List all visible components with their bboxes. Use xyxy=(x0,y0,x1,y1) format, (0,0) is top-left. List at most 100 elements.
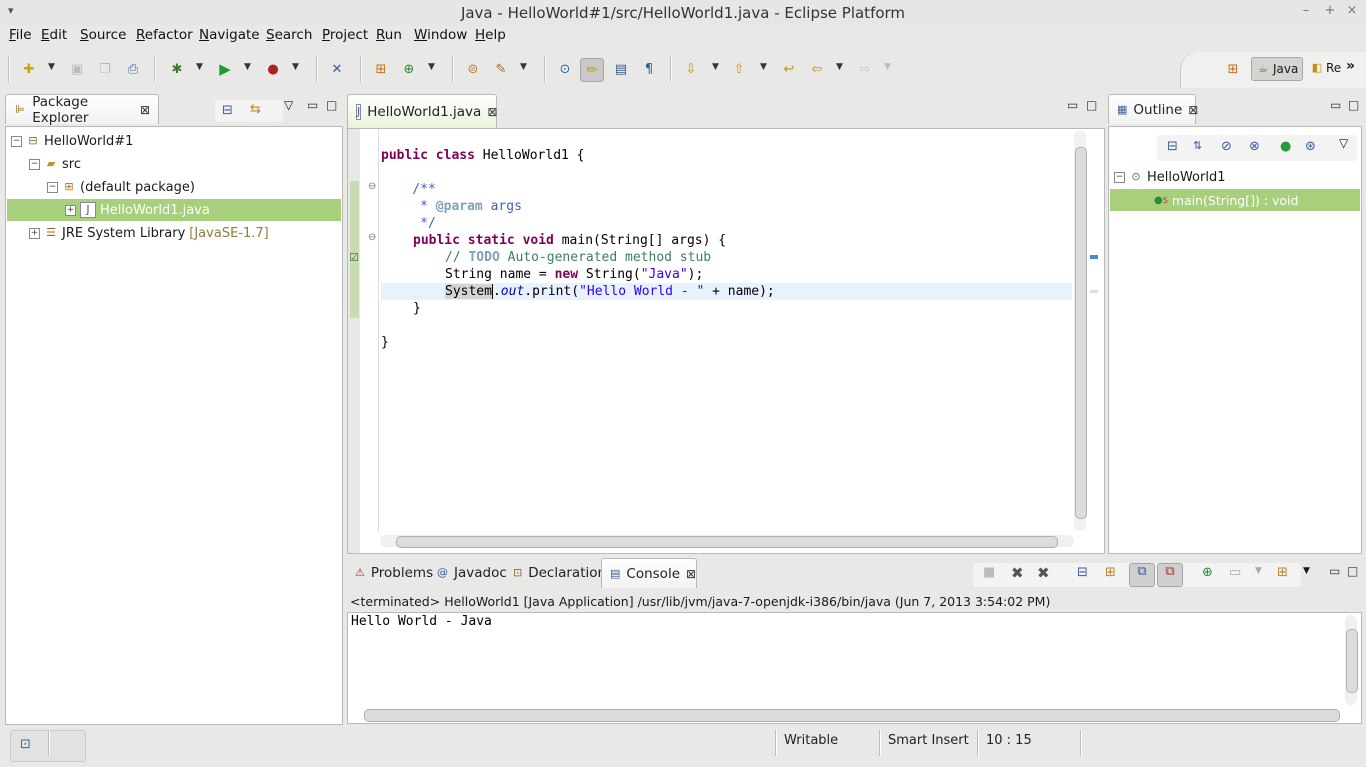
external-dropdown-icon[interactable]: ▼ xyxy=(292,62,299,72)
outline-item-method[interactable]: ● S main(String[]) : void xyxy=(1110,189,1360,211)
terminate-icon[interactable]: ■ xyxy=(983,565,995,580)
console-output-area[interactable]: Hello World - Java xyxy=(347,612,1362,724)
minimize-outline-icon[interactable]: ▭ xyxy=(1330,98,1341,112)
close-tab-icon[interactable]: ⊠ xyxy=(1188,103,1198,117)
close-tab-icon[interactable]: ⊠ xyxy=(487,105,497,119)
expand-library-icon[interactable]: + xyxy=(29,227,40,239)
save-all-icon[interactable]: ❐ xyxy=(94,58,116,80)
forward-icon[interactable]: ⇨ xyxy=(854,58,876,80)
display-console-icon[interactable]: ▭ xyxy=(1229,565,1241,580)
tree-item-project[interactable]: − ⊟ HelloWorld#1 xyxy=(11,130,133,152)
minimize-editor-icon[interactable]: ▭ xyxy=(1067,98,1078,112)
search-tool-icon[interactable]: ✎ xyxy=(490,58,512,80)
last-edit-location-icon[interactable]: ↩ xyxy=(778,58,800,80)
fold-javadoc-icon[interactable]: ⊖ xyxy=(368,181,376,192)
previous-annotation-dropdown-icon[interactable]: ▼ xyxy=(760,62,767,72)
menu-refactor[interactable]: Refactor xyxy=(136,27,193,43)
display-console-dropdown-icon[interactable]: ▼ xyxy=(1255,566,1262,576)
new-icon[interactable]: ✚ xyxy=(18,58,40,80)
previous-annotation-icon[interactable]: ⇧ xyxy=(728,58,750,80)
fold-method-icon[interactable]: ⊖ xyxy=(368,232,376,243)
link-with-editor-icon[interactable]: ⇆ xyxy=(250,102,261,117)
close-window-button[interactable]: × xyxy=(1344,3,1360,18)
maximize-view-icon[interactable]: □ xyxy=(326,98,337,112)
tree-item-src[interactable]: − ▰ src xyxy=(29,153,81,175)
editor-vscroll-thumb[interactable] xyxy=(1075,147,1087,519)
menu-navigate[interactable]: Navigate xyxy=(199,27,260,43)
collapse-class-icon[interactable]: − xyxy=(1114,171,1125,183)
back-icon[interactable]: ⇦ xyxy=(806,58,828,80)
menu-edit[interactable]: Edit xyxy=(41,27,67,43)
remove-launch-icon[interactable]: ✖ xyxy=(1011,564,1024,582)
print-icon[interactable]: ⎙ xyxy=(122,58,144,80)
new-class-icon[interactable]: ⊕ xyxy=(398,58,420,80)
console-hscroll-thumb[interactable] xyxy=(364,709,1340,722)
open-console-dropdown-icon[interactable]: ▼ xyxy=(1303,566,1310,576)
show-whitespace-icon[interactable]: ¶ xyxy=(638,58,660,80)
task-marker-icon[interactable]: ☑ xyxy=(349,251,359,264)
show-view-icon[interactable]: ⊡ xyxy=(20,737,31,752)
menu-run[interactable]: Run xyxy=(376,27,402,43)
menu-source[interactable]: Source xyxy=(80,27,126,43)
new-dropdown-icon[interactable]: ▼ xyxy=(48,62,55,72)
close-tab-icon[interactable]: ⊠ xyxy=(686,567,696,581)
tab-problems[interactable]: ⚠ Problems xyxy=(347,558,433,588)
other-perspective-button[interactable]: ◧ Re xyxy=(1310,61,1341,75)
view-menu-icon[interactable]: ▽ xyxy=(1339,136,1348,150)
tab-helloworld1-java[interactable]: J HelloWorld1.java ⊠ xyxy=(347,94,497,128)
toggle-breadcrumb-icon[interactable]: ⊙ xyxy=(554,58,576,80)
minimize-console-icon[interactable]: ▭ xyxy=(1329,564,1340,578)
editor-area[interactable]: ☑ ⊖ ⊖ public class HelloWorld1 { /** * @… xyxy=(347,128,1105,554)
tree-item-jre-library[interactable]: + ☰ JRE System Library [JavaSE-1.7] xyxy=(29,222,269,244)
console-vscroll-thumb[interactable] xyxy=(1346,629,1358,693)
run-external-icon[interactable]: ● xyxy=(262,58,284,80)
new-class-dropdown-icon[interactable]: ▼ xyxy=(428,62,435,72)
collapse-all-icon[interactable]: ⊟ xyxy=(1167,139,1178,154)
view-menu-icon[interactable]: ▽ xyxy=(284,98,293,112)
hide-nonpublic-icon[interactable]: ● xyxy=(1280,139,1291,154)
maximize-button[interactable]: + xyxy=(1322,3,1338,18)
collapse-project-icon[interactable]: − xyxy=(11,135,22,147)
close-tab-icon[interactable]: ⊠ xyxy=(140,103,150,117)
back-dropdown-icon[interactable]: ▼ xyxy=(836,62,843,72)
tab-console[interactable]: ▤ Console ⊠ xyxy=(601,558,697,588)
run-icon[interactable]: ▶ xyxy=(214,58,236,80)
next-annotation-dropdown-icon[interactable]: ▼ xyxy=(712,62,719,72)
menu-window[interactable]: Window xyxy=(414,27,467,43)
save-icon[interactable]: ▣ xyxy=(66,58,88,80)
tab-outline[interactable]: ▦ Outline ⊠ xyxy=(1108,94,1198,124)
sort-icon[interactable]: ⇅ xyxy=(1193,139,1202,152)
scroll-lock-icon[interactable]: ⊞ xyxy=(1105,565,1116,580)
clear-console-icon[interactable]: ⊟ xyxy=(1077,565,1088,580)
new-java-project-icon[interactable]: ⊞ xyxy=(370,58,392,80)
menu-file[interactable]: File xyxy=(9,27,32,43)
collapse-all-icon[interactable]: ⊟ xyxy=(222,103,233,118)
collapse-package-icon[interactable]: − xyxy=(47,181,58,193)
hide-static-icon[interactable]: ⊗ xyxy=(1249,139,1260,154)
expand-file-icon[interactable]: + xyxy=(65,204,76,216)
show-on-stdout-icon[interactable]: ⧉ xyxy=(1129,563,1155,587)
search-dropdown-icon[interactable]: ▼ xyxy=(520,62,527,72)
tree-item-java-file[interactable]: + J HelloWorld1.java xyxy=(7,199,341,221)
pin-console-icon[interactable]: ⊕ xyxy=(1202,565,1213,580)
tab-package-explorer[interactable]: ⊫ Package Explorer ⊠ xyxy=(5,94,159,126)
remove-all-launches-icon[interactable]: ✖ xyxy=(1037,564,1050,582)
menu-project[interactable]: Project xyxy=(322,27,368,43)
open-perspective-icon[interactable]: ⊞ xyxy=(1222,58,1244,80)
run-dropdown-icon[interactable]: ▼ xyxy=(244,62,251,72)
menu-help[interactable]: Help xyxy=(475,27,506,43)
mark-occurrences-icon[interactable]: ✏ xyxy=(580,58,604,82)
forward-dropdown-icon[interactable]: ▼ xyxy=(884,62,891,72)
collapse-src-icon[interactable]: − xyxy=(29,158,40,170)
minimize-button[interactable]: – xyxy=(1298,3,1314,18)
block-selection-icon[interactable]: ▤ xyxy=(610,58,632,80)
open-console-icon[interactable]: ⊞ xyxy=(1277,565,1288,580)
skip-breakpoints-icon[interactable]: ✕ xyxy=(326,58,348,80)
tab-javadoc[interactable]: @ Javadoc xyxy=(429,558,507,588)
tab-declaration[interactable]: ⊡ Declaration xyxy=(505,558,606,588)
hide-fields-icon[interactable]: ⊘ xyxy=(1221,139,1232,154)
java-perspective-button[interactable]: ☕ Java xyxy=(1251,57,1303,81)
tree-item-default-package[interactable]: − ⊞ (default package) xyxy=(47,176,195,198)
outline-item-class[interactable]: − ⊙ HelloWorld1 xyxy=(1114,166,1225,188)
minimize-view-icon[interactable]: ▭ xyxy=(307,98,318,112)
